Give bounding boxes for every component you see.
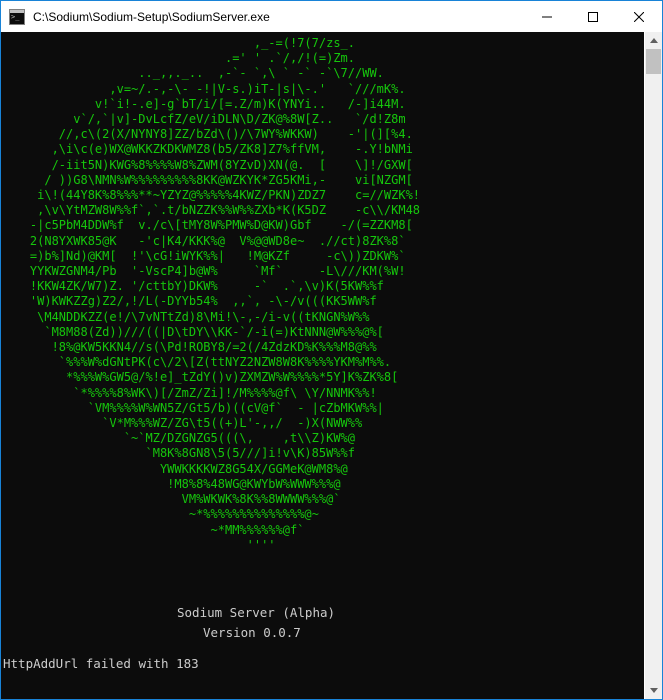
scroll-down-arrow-icon	[649, 688, 658, 693]
vertical-scrollbar[interactable]	[645, 32, 662, 699]
sodium-ascii-art-logo: ,_-=(!7(7/zs_. .=' ' .`/,/!(=)Zm. .._,,.…	[29, 36, 421, 552]
error-message-text: HttpAddUrl failed with 183	[3, 656, 199, 671]
caption-buttons	[524, 1, 662, 32]
maximize-button[interactable]	[570, 1, 616, 32]
scroll-up-arrow-icon	[649, 38, 658, 43]
scroll-up-button[interactable]	[645, 32, 662, 49]
title-bar[interactable]: C:\Sodium\Sodium-Setup\SodiumServer.exe	[1, 1, 662, 32]
scroll-thumb[interactable]	[646, 49, 661, 74]
version-text: Version 0.0.7	[203, 625, 301, 640]
maximize-icon	[588, 11, 598, 22]
window-title: C:\Sodium\Sodium-Setup\SodiumServer.exe	[33, 9, 270, 24]
minimize-icon	[542, 16, 552, 17]
console-output[interactable]: ,_-=(!7(7/zs_. .=' ' .`/,/!(=)Zm. .._,,.…	[1, 32, 644, 699]
close-icon	[634, 11, 644, 22]
console-window: C:\Sodium\Sodium-Setup\SodiumServer.exe	[0, 0, 663, 700]
console-app-icon[interactable]	[9, 8, 25, 25]
close-button[interactable]	[616, 1, 662, 32]
minimize-button[interactable]	[524, 1, 570, 32]
scroll-down-button[interactable]	[645, 682, 662, 699]
server-name-text: Sodium Server (Alpha)	[177, 605, 336, 620]
